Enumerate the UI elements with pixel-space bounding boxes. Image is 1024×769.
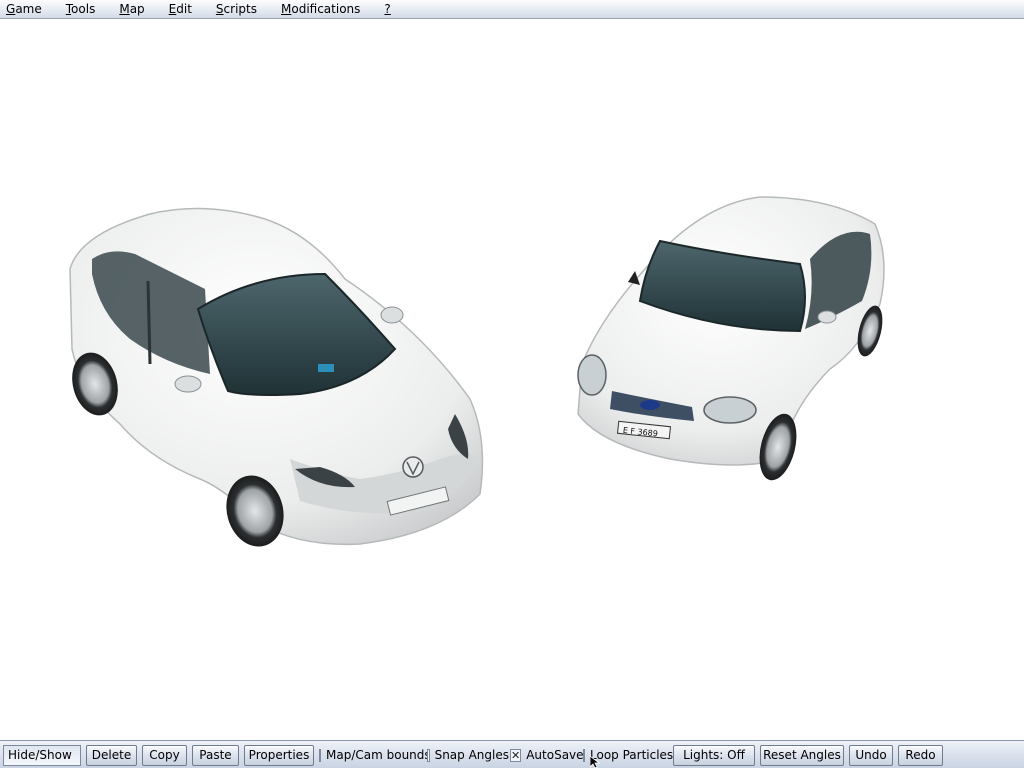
redo-button[interactable]: Redo [898, 745, 943, 766]
checkbox-label: AutoSave [526, 748, 584, 762]
snap-angles-checkbox[interactable]: Snap Angles [427, 745, 509, 766]
menu-scripts[interactable]: Scripts [210, 0, 265, 18]
car-hatchback[interactable] [65, 207, 484, 553]
copy-button[interactable]: Copy [142, 745, 187, 766]
menu-help[interactable]: ? [378, 0, 398, 18]
menu-modifications[interactable]: Modifications [275, 0, 368, 18]
checkbox-box[interactable] [583, 749, 585, 762]
menu-edit[interactable]: Edit [163, 0, 200, 18]
reset-angles-button[interactable]: Reset Angles [760, 745, 844, 766]
paste-button[interactable]: Paste [192, 745, 239, 766]
autosave-checkbox[interactable]: ✕ AutoSave [510, 745, 584, 766]
menu-bar: Game Tools Map Edit Scripts Modification… [0, 0, 1024, 19]
checkbox-box[interactable] [427, 749, 430, 762]
scene-canvas: E F 3689 [65, 196, 887, 553]
menu-game[interactable]: Game [0, 0, 50, 18]
mouse-cursor-icon [590, 756, 600, 769]
checkbox-box[interactable] [319, 749, 321, 762]
delete-button[interactable]: Delete [86, 745, 137, 766]
checkbox-label: Loop Particles [590, 748, 674, 762]
menu-tools[interactable]: Tools [60, 0, 104, 18]
checkbox-box[interactable]: ✕ [510, 749, 522, 762]
menu-map[interactable]: Map [113, 0, 152, 18]
3d-viewport[interactable]: E F 3689 [0, 19, 1024, 740]
map-cam-bounds-checkbox[interactable]: Map/Cam bounds [319, 745, 431, 766]
undo-button[interactable]: Undo [849, 745, 893, 766]
checkbox-label: Map/Cam bounds [326, 748, 431, 762]
bottom-toolbar: Hide/Show Delete Copy Paste Properties M… [0, 740, 1024, 768]
checkbox-label: Snap Angles [434, 748, 509, 762]
lights-toggle-button[interactable]: Lights: Off [673, 745, 755, 766]
car-sedan[interactable]: E F 3689 [577, 196, 887, 484]
properties-button[interactable]: Properties [244, 745, 314, 766]
hide-show-field[interactable]: Hide/Show [3, 745, 81, 766]
